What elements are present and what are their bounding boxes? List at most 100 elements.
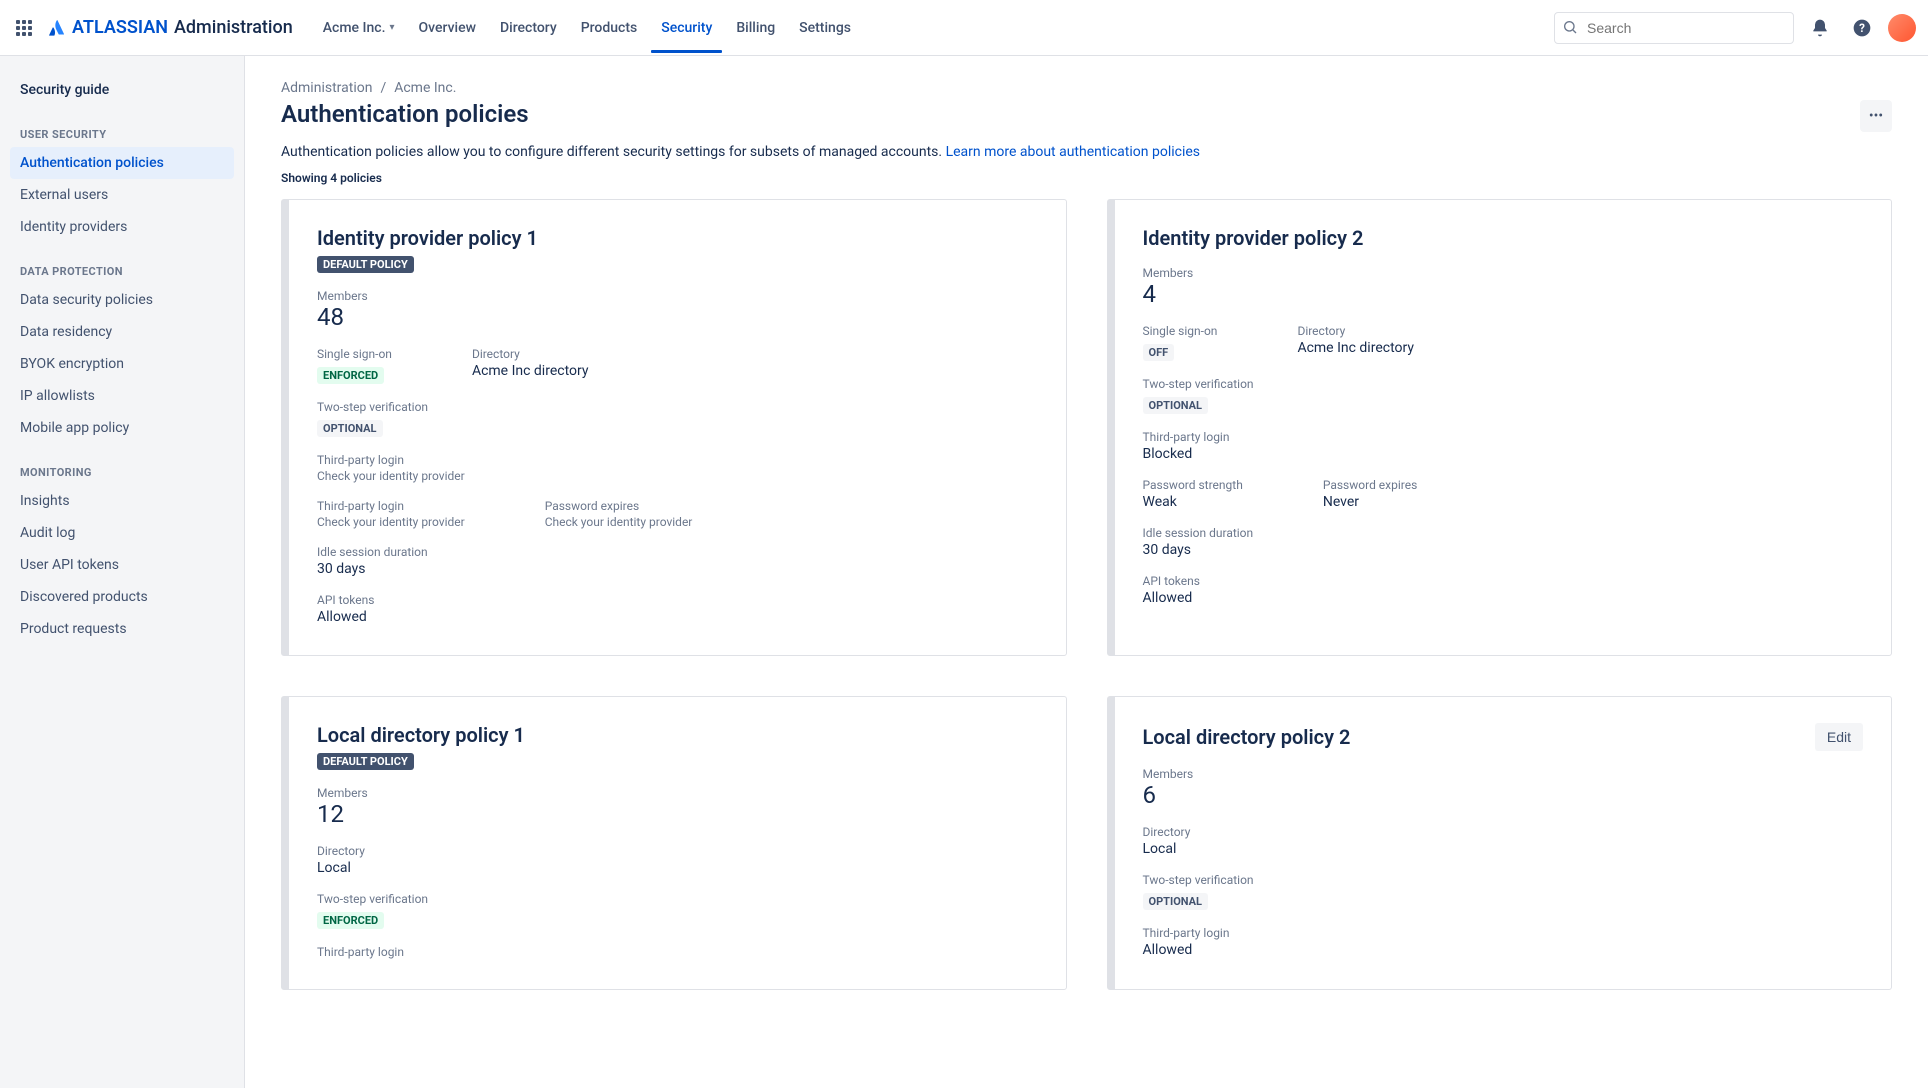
sidebar-item-data-residency[interactable]: Data residency [10,316,234,348]
pwexpires-label: Password expires [545,499,693,513]
pwexpires-value: Never [1323,494,1417,510]
app-switcher-icon[interactable] [12,16,36,40]
card-title: Identity provider policy 1 [317,226,1038,250]
card-title: Local directory policy 1 [317,723,1038,747]
atlassian-logo-icon [48,19,66,37]
thirdparty-label-2: Third-party login [317,499,465,513]
chevron-down-icon: ▾ [389,22,394,33]
directory-label: Directory [1143,825,1864,839]
page-title: Authentication policies [281,100,529,128]
sidebar-item-discovered-products[interactable]: Discovered products [10,581,234,613]
twostep-badge: OPTIONAL [317,420,383,437]
sidebar-item-mobile-app-policy[interactable]: Mobile app policy [10,412,234,444]
twostep-label: Two-step verification [1143,873,1864,887]
directory-label: Directory [472,347,589,361]
default-policy-badge: DEFAULT POLICY [317,256,414,273]
sidebar-item-external-users[interactable]: External users [10,179,234,211]
policy-card-idp-1: Identity provider policy 1 DEFAULT POLIC… [281,199,1067,656]
directory-value: Local [317,860,1038,876]
thirdparty-label: Third-party login [317,453,1038,467]
brand-suffix: Administration [174,17,293,38]
sidebar-security-guide[interactable]: Security guide [10,74,234,106]
sidebar-item-auth-policies[interactable]: Authentication policies [10,147,234,179]
directory-label: Directory [317,844,1038,858]
nav-overview[interactable]: Overview [409,4,486,52]
sso-badge: ENFORCED [317,367,384,384]
members-label: Members [1143,266,1864,280]
thirdparty-label: Third-party login [1143,430,1864,444]
notifications-icon[interactable] [1804,12,1836,44]
sidebar-group-user-security: USER SECURITY [10,120,234,147]
help-icon[interactable]: ? [1846,12,1878,44]
members-label: Members [317,289,1038,303]
sidebar-item-ip-allowlists[interactable]: IP allowlists [10,380,234,412]
sso-label: Single sign-on [1143,324,1218,338]
more-actions-button[interactable]: ••• [1860,100,1892,132]
thirdparty-subtext: Check your identity provider [317,469,1038,483]
edit-button[interactable]: Edit [1815,723,1863,751]
default-policy-badge: DEFAULT POLICY [317,753,414,770]
idle-value: 30 days [317,561,1038,577]
sidebar-group-monitoring: MONITORING [10,458,234,485]
sidebar-item-identity-providers[interactable]: Identity providers [10,211,234,243]
breadcrumb: Administration / Acme Inc. [281,80,1892,96]
card-title: Local directory policy 2 [1143,725,1351,749]
brand-name: ATLASSIAN [72,17,168,38]
directory-value: Local [1143,841,1864,857]
twostep-badge: ENFORCED [317,912,384,929]
twostep-badge: OPTIONAL [1143,397,1209,414]
sidebar-item-insights[interactable]: Insights [10,485,234,517]
pwexpires-label: Password expires [1323,478,1417,492]
pwexpires-subtext: Check your identity provider [545,515,693,529]
svg-text:?: ? [1859,21,1865,35]
idle-label: Idle session duration [317,545,1038,559]
sidebar-item-byok[interactable]: BYOK encryption [10,348,234,380]
thirdparty-label: Third-party login [1143,926,1864,940]
directory-value: Acme Inc directory [472,363,589,379]
idle-value: 30 days [1143,542,1864,558]
members-value: 6 [1143,781,1864,809]
apitokens-label: API tokens [1143,574,1864,588]
directory-value: Acme Inc directory [1297,340,1414,356]
sidebar-item-product-requests[interactable]: Product requests [10,613,234,645]
idle-label: Idle session duration [1143,526,1864,540]
pwstrength-value: Weak [1143,494,1243,510]
breadcrumb-org[interactable]: Acme Inc. [394,80,456,96]
twostep-label: Two-step verification [317,892,1038,906]
pwstrength-label: Password strength [1143,478,1243,492]
learn-more-link[interactable]: Learn more about authentication policies [946,144,1200,160]
sso-badge: OFF [1143,344,1175,361]
policy-card-local-2: Local directory policy 2 Edit Members 6 … [1107,696,1893,990]
policy-card-idp-2: Identity provider policy 2 Members 4 Sin… [1107,199,1893,656]
sso-label: Single sign-on [317,347,392,361]
thirdparty-value: Blocked [1143,446,1864,462]
sidebar-item-data-security[interactable]: Data security policies [10,284,234,316]
thirdparty-value: Allowed [1143,942,1864,958]
org-switcher[interactable]: Acme Inc. ▾ [313,4,405,52]
brand[interactable]: ATLASSIAN Administration [48,17,293,38]
members-value: 4 [1143,280,1864,308]
search-icon [1562,19,1578,35]
org-name: Acme Inc. [323,20,386,36]
thirdparty-label: Third-party login [317,945,1038,959]
apitokens-label: API tokens [317,593,1038,607]
nav-products[interactable]: Products [571,4,648,52]
sidebar-item-user-api-tokens[interactable]: User API tokens [10,549,234,581]
main-content: Administration / Acme Inc. Authenticatio… [245,56,1928,1088]
nav-billing[interactable]: Billing [726,4,785,52]
avatar[interactable] [1888,14,1916,42]
members-value: 48 [317,303,1038,331]
sidebar-item-audit-log[interactable]: Audit log [10,517,234,549]
twostep-label: Two-step verification [1143,377,1864,391]
apitokens-value: Allowed [317,609,1038,625]
directory-label: Directory [1297,324,1414,338]
search-input[interactable] [1554,12,1794,44]
nav-directory[interactable]: Directory [490,4,567,52]
page-description: Authentication policies allow you to con… [281,142,1892,163]
breadcrumb-administration[interactable]: Administration [281,80,372,96]
sidebar: Security guide USER SECURITY Authenticat… [0,56,245,1088]
nav-settings[interactable]: Settings [789,4,861,52]
twostep-badge: OPTIONAL [1143,893,1209,910]
nav-security[interactable]: Security [651,4,722,52]
top-nav: Acme Inc. ▾ Overview Directory Products … [313,4,861,52]
